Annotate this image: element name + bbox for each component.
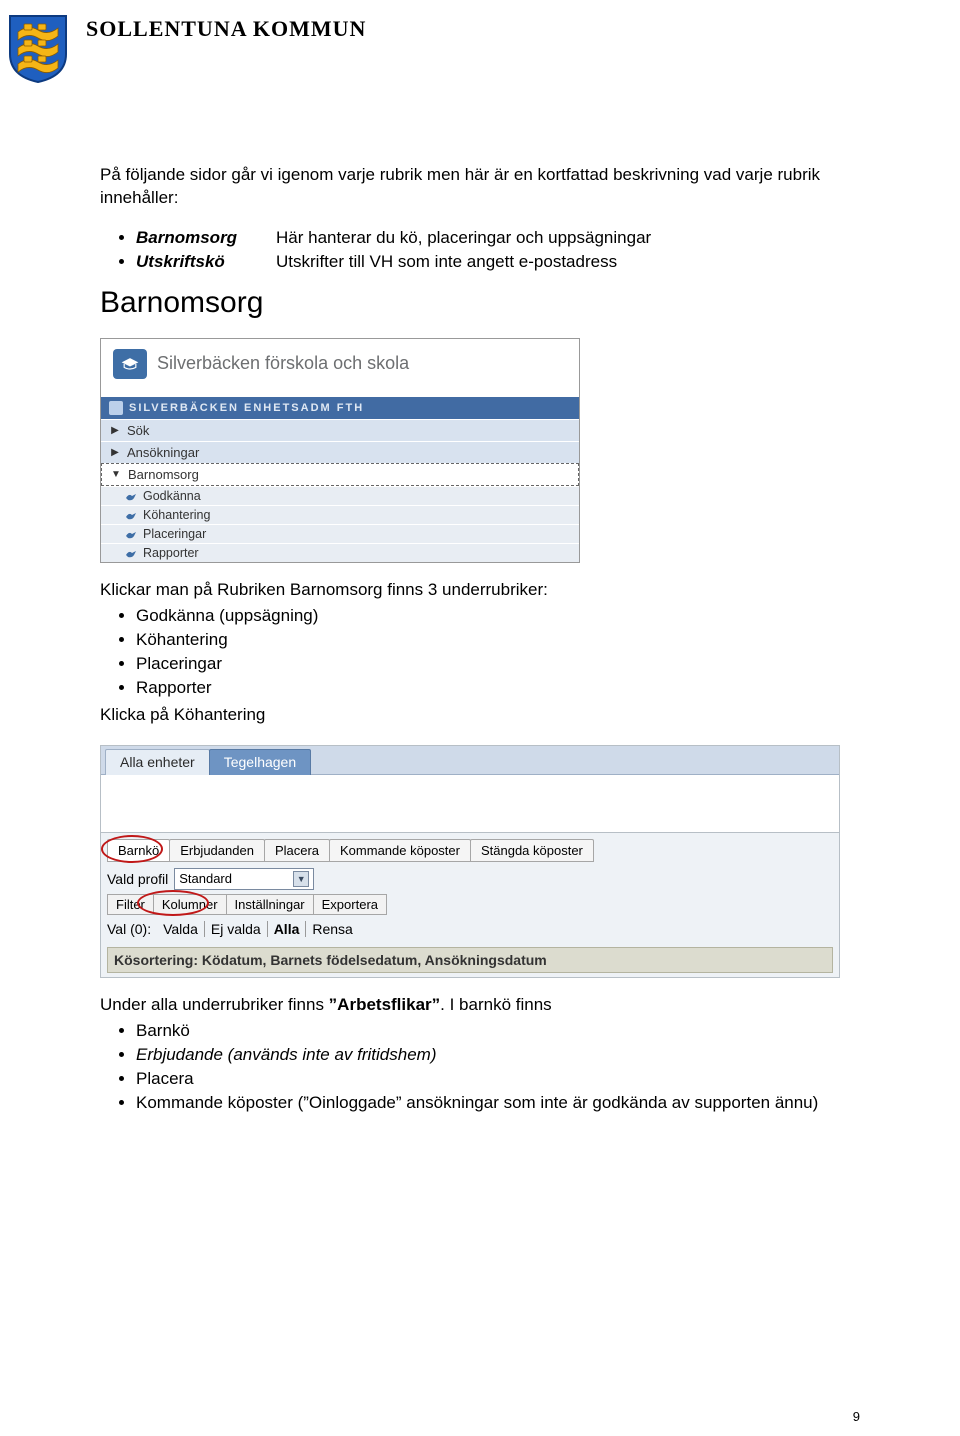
toolbar-installningar[interactable]: Inställningar bbox=[226, 894, 314, 915]
selection-opt-valda[interactable]: Valda bbox=[157, 921, 205, 937]
nav-item-label: Barnomsorg bbox=[128, 467, 199, 482]
nav-subitem-label: Köhantering bbox=[143, 508, 210, 522]
unit-tabs-panel: Alla enheter Tegelhagen bbox=[100, 745, 840, 833]
graduation-cap-icon bbox=[113, 349, 147, 379]
definition-desc: Utskrifter till VH som inte angett e-pos… bbox=[276, 252, 617, 272]
subtab-placera[interactable]: Placera bbox=[264, 839, 330, 862]
school-name: Silverbäcken förskola och skola bbox=[157, 353, 409, 374]
definition-term: Barnomsorg bbox=[136, 228, 276, 248]
section-heading: Barnomsorg bbox=[100, 286, 860, 320]
dropdown-icon: ▼ bbox=[293, 871, 309, 887]
selection-opt-ejvalda[interactable]: Ej valda bbox=[205, 921, 268, 937]
profile-row: Vald profil Standard ▼ bbox=[107, 868, 833, 890]
nav-item-sok[interactable]: ▶ Sök bbox=[101, 419, 579, 441]
nav-subitem-godkanna[interactable]: Godkänna bbox=[101, 486, 579, 505]
work-tabs-panel: Barnkö Erbjudanden Placera Kommande köpo… bbox=[100, 833, 840, 978]
list-item: Kommande köposter (”Oinloggade” ansöknin… bbox=[136, 1093, 860, 1113]
page-number: 9 bbox=[853, 1409, 860, 1424]
definition-desc: Här hanterar du kö, placeringar och upps… bbox=[276, 228, 651, 248]
definition-item: Barnomsorg Här hanterar du kö, placering… bbox=[136, 228, 860, 248]
nav-subitem-label: Placeringar bbox=[143, 527, 206, 541]
bird-icon bbox=[125, 548, 137, 558]
nav-subitem-rapporter[interactable]: Rapporter bbox=[101, 543, 579, 562]
arbetsflikar-list: Barnkö Erbjudande (används inte av friti… bbox=[100, 1021, 860, 1113]
user-bar: SILVERBÄCKEN ENHETSADM FTH bbox=[101, 397, 579, 419]
selection-opt-rensa[interactable]: Rensa bbox=[306, 921, 358, 937]
municipality-name: SOLLENTUNA KOMMUN bbox=[86, 14, 366, 42]
toolbar: Filter Kolumner Inställningar Exportera bbox=[107, 894, 833, 915]
list-item: Barnkö bbox=[136, 1021, 860, 1041]
bird-icon bbox=[125, 510, 137, 520]
list-item-text: Erbjudande (används inte av fritidshem) bbox=[136, 1045, 437, 1064]
chevron-right-icon: ▶ bbox=[109, 447, 121, 458]
document-page: SOLLENTUNA KOMMUN På följande sidor går … bbox=[0, 0, 960, 1436]
subtab-erbjudanden[interactable]: Erbjudanden bbox=[169, 839, 265, 862]
tab-tegelhagen[interactable]: Tegelhagen bbox=[209, 749, 311, 775]
user-label: SILVERBÄCKEN ENHETSADM FTH bbox=[129, 402, 364, 414]
nav-item-label: Sök bbox=[127, 423, 149, 438]
definition-item: Utskriftskö Utskrifter till VH som inte … bbox=[136, 252, 860, 272]
page-header: SOLLENTUNA KOMMUN bbox=[0, 0, 960, 84]
unit-tabstrip: Alla enheter Tegelhagen bbox=[101, 746, 839, 774]
nav-panel: SILVERBÄCKEN ENHETSADM FTH ▶ Sök ▶ Ansök… bbox=[101, 397, 579, 562]
list-item: Köhantering bbox=[136, 630, 860, 650]
list-item: Erbjudande (används inte av fritidshem) bbox=[136, 1045, 860, 1065]
nav-screenshot: Silverbäcken förskola och skola SILVERBÄ… bbox=[100, 338, 580, 563]
subrubrik-list: Godkänna (uppsägning) Köhantering Placer… bbox=[100, 606, 860, 698]
end-para-a: Under alla underrubriker finns bbox=[100, 995, 329, 1014]
subtab-kommande[interactable]: Kommande köposter bbox=[329, 839, 471, 862]
profile-label: Vald profil bbox=[107, 871, 168, 887]
list-item: Rapporter bbox=[136, 678, 860, 698]
selection-label: Val (0): bbox=[107, 921, 151, 937]
toolbar-exportera[interactable]: Exportera bbox=[313, 894, 387, 915]
document-content: På följande sidor går vi igenom varje ru… bbox=[0, 164, 960, 1113]
sort-bar: Kösortering: Ködatum, Barnets födelsedat… bbox=[107, 947, 833, 973]
toolbar-filter[interactable]: Filter bbox=[107, 894, 154, 915]
list-item: Placera bbox=[136, 1069, 860, 1089]
nav-subitem-label: Godkänna bbox=[143, 489, 201, 503]
end-para-b: ”Arbetsflikar” bbox=[329, 995, 440, 1014]
municipality-crest-icon bbox=[8, 14, 68, 84]
definition-list: Barnomsorg Här hanterar du kö, placering… bbox=[100, 228, 860, 272]
kohantering-screenshot: Alla enheter Tegelhagen Barnkö Erbjudand… bbox=[100, 745, 840, 978]
chevron-right-icon: ▶ bbox=[109, 425, 121, 436]
unit-tab-body bbox=[101, 774, 839, 832]
mid-footer: Klicka på Köhantering bbox=[100, 704, 860, 727]
nav-item-label: Ansökningar bbox=[127, 445, 199, 460]
tab-alla-enheter[interactable]: Alla enheter bbox=[105, 749, 210, 775]
subtab-stangda[interactable]: Stängda köposter bbox=[470, 839, 594, 862]
selection-row: Val (0): Valda Ej valda Alla Rensa bbox=[107, 921, 833, 937]
toolbar-kolumner[interactable]: Kolumner bbox=[153, 894, 227, 915]
end-paragraph: Under alla underrubriker finns ”Arbetsfl… bbox=[100, 994, 860, 1017]
work-tabstrip: Barnkö Erbjudanden Placera Kommande köpo… bbox=[107, 839, 833, 862]
school-banner: Silverbäcken förskola och skola bbox=[101, 339, 579, 397]
subtab-barnko[interactable]: Barnkö bbox=[107, 839, 170, 862]
end-para-c: . I barnkö finns bbox=[440, 995, 552, 1014]
profile-value: Standard bbox=[179, 871, 232, 886]
intro-paragraph: På följande sidor går vi igenom varje ru… bbox=[100, 164, 860, 210]
nav-subitem-label: Rapporter bbox=[143, 546, 199, 560]
nav-item-ansokningar[interactable]: ▶ Ansökningar bbox=[101, 441, 579, 463]
nav-item-barnomsorg[interactable]: ▼ Barnomsorg bbox=[101, 463, 579, 486]
chevron-down-icon: ▼ bbox=[110, 469, 122, 480]
bird-icon bbox=[125, 491, 137, 501]
user-icon bbox=[109, 401, 123, 415]
nav-subitem-kohantering[interactable]: Köhantering bbox=[101, 505, 579, 524]
nav-subitem-placeringar[interactable]: Placeringar bbox=[101, 524, 579, 543]
profile-select[interactable]: Standard ▼ bbox=[174, 868, 314, 890]
bird-icon bbox=[125, 529, 137, 539]
definition-term: Utskriftskö bbox=[136, 252, 276, 272]
list-item: Placeringar bbox=[136, 654, 860, 674]
list-item: Godkänna (uppsägning) bbox=[136, 606, 860, 626]
mid-paragraph: Klickar man på Rubriken Barnomsorg finns… bbox=[100, 579, 860, 602]
selection-opt-alla[interactable]: Alla bbox=[268, 921, 307, 937]
